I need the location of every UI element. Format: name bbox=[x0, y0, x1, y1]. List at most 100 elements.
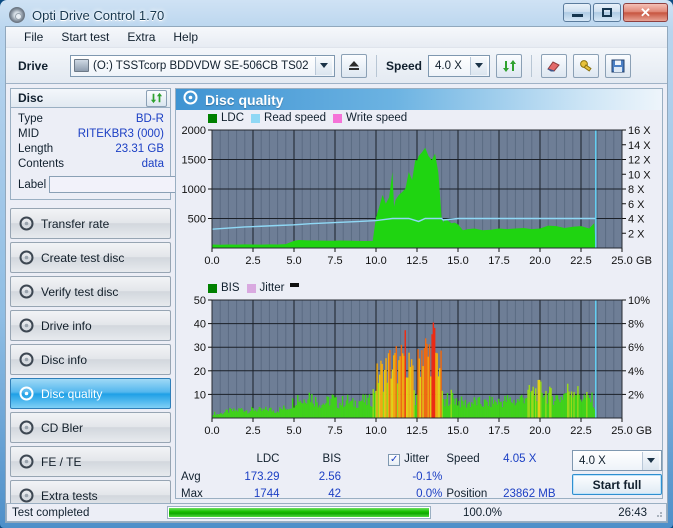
eraser-icon bbox=[546, 59, 562, 73]
svg-text:10%: 10% bbox=[628, 295, 650, 307]
sidebar-item-verify-test-disc[interactable]: Verify test disc bbox=[10, 276, 171, 307]
toolbar-separator-2 bbox=[531, 55, 532, 77]
disc-row-contents: Contentsdata bbox=[18, 157, 164, 172]
menu-file[interactable]: File bbox=[15, 28, 52, 46]
svg-text:22.5: 22.5 bbox=[570, 425, 591, 437]
menu-start-test[interactable]: Start test bbox=[52, 28, 118, 46]
svg-text:10 X: 10 X bbox=[628, 169, 651, 181]
status-message: Test completed bbox=[7, 504, 167, 521]
svg-text:0.0: 0.0 bbox=[204, 425, 219, 437]
sidebar-item-label: Drive info bbox=[41, 319, 92, 333]
chevron-down-icon[interactable] bbox=[470, 57, 487, 75]
app-icon bbox=[9, 7, 25, 23]
svg-text:5.0: 5.0 bbox=[286, 255, 301, 267]
app-window: Opti Drive Control 1.70 ✕ File Start tes… bbox=[0, 0, 673, 528]
drive-select[interactable]: (O:) TSSTcorp BDDVDW SE-506CB TS02 bbox=[70, 55, 335, 77]
svg-text:8%: 8% bbox=[628, 319, 644, 331]
charts-area: LDC Read speed Write speed 2000150010005… bbox=[176, 110, 662, 498]
stats-max-ldc: 1744 bbox=[208, 486, 280, 499]
svg-text:14 X: 14 X bbox=[628, 140, 651, 152]
svg-text:20: 20 bbox=[194, 366, 206, 378]
disc-row-mid: MIDRITEKBR3 (000) bbox=[18, 127, 164, 142]
resize-grip[interactable] bbox=[652, 507, 664, 519]
sidebar-item-disc-quality[interactable]: Disc quality bbox=[10, 378, 171, 409]
eject-icon bbox=[347, 59, 361, 72]
menu-bar: File Start test Extra Help bbox=[6, 27, 667, 48]
sidebar-item-label: Extra tests bbox=[41, 489, 98, 503]
svg-text:17.5: 17.5 bbox=[488, 425, 509, 437]
sidebar-item-transfer-rate[interactable]: Transfer rate bbox=[10, 208, 171, 239]
disc-row-type: TypeBD-R bbox=[18, 112, 164, 127]
svg-text:25.0: 25.0 bbox=[611, 425, 632, 437]
start-full-button[interactable]: Start full bbox=[572, 474, 662, 495]
stats-value-position: 23862 MB bbox=[503, 486, 572, 499]
drive-icon bbox=[74, 59, 89, 72]
svg-text:25.0: 25.0 bbox=[611, 255, 632, 267]
sidebar-item-drive-info[interactable]: Drive info bbox=[10, 310, 171, 341]
disc-icon bbox=[19, 216, 34, 231]
stats-speed-value: 4.0 X bbox=[576, 455, 606, 467]
svg-text:10.0: 10.0 bbox=[365, 255, 386, 267]
stats-row-label: Avg bbox=[176, 469, 208, 486]
jitter-checkbox[interactable]: ✓ bbox=[388, 454, 400, 466]
disc-key: Type bbox=[18, 112, 43, 127]
sidebar-item-disc-info[interactable]: Disc info bbox=[10, 344, 171, 375]
svg-text:500: 500 bbox=[188, 214, 206, 226]
svg-text:0.0: 0.0 bbox=[204, 255, 219, 267]
disc-refresh-button[interactable] bbox=[146, 90, 167, 107]
disc-key: Length bbox=[18, 142, 53, 157]
sidebar-item-label: Transfer rate bbox=[41, 217, 109, 231]
erase-button[interactable] bbox=[541, 54, 567, 78]
save-button[interactable] bbox=[605, 54, 631, 78]
main-split: Disc TypeBD-R MIDRITEKBR3 (000) Length23… bbox=[6, 84, 667, 503]
sidebar-item-cd-bler[interactable]: CD Bler bbox=[10, 412, 171, 443]
svg-text:30: 30 bbox=[194, 342, 206, 354]
svg-text:5.0: 5.0 bbox=[286, 425, 301, 437]
window-title: Opti Drive Control 1.70 bbox=[32, 8, 164, 23]
refresh-icon bbox=[502, 59, 517, 73]
sidebar-item-fe-te[interactable]: FE / TE bbox=[10, 446, 171, 477]
stats-header-jitter: Jitter bbox=[404, 450, 446, 469]
refresh-icon bbox=[150, 92, 163, 104]
title-bar: Opti Drive Control 1.70 ✕ bbox=[5, 4, 668, 26]
eject-button[interactable] bbox=[341, 54, 367, 78]
speed-select[interactable]: 4.0 X bbox=[428, 55, 490, 77]
stats-value-speed: 4.05 X bbox=[503, 450, 572, 469]
menu-extra[interactable]: Extra bbox=[118, 28, 164, 46]
stats-row-label: Max bbox=[176, 486, 208, 499]
svg-text:40: 40 bbox=[194, 319, 206, 331]
maximize-button[interactable] bbox=[593, 3, 621, 22]
minimize-button[interactable] bbox=[563, 3, 591, 22]
chevron-down-icon[interactable] bbox=[315, 57, 332, 75]
svg-text:15.0: 15.0 bbox=[447, 425, 468, 437]
legend-swatch-jitter bbox=[247, 284, 256, 293]
window-controls: ✕ bbox=[563, 3, 668, 22]
settings-button[interactable] bbox=[573, 54, 599, 78]
legend-swatch-read-speed bbox=[251, 114, 260, 123]
svg-text:16 X: 16 X bbox=[628, 125, 651, 137]
chevron-down-icon[interactable] bbox=[642, 452, 659, 470]
stats-header-bis: BIS bbox=[280, 450, 342, 469]
disc-value: RITEKBR3 (000) bbox=[78, 127, 164, 142]
sidebar-item-extra-tests[interactable]: Extra tests bbox=[10, 480, 171, 503]
disc-panel-title: Disc bbox=[18, 91, 43, 105]
close-button[interactable]: ✕ bbox=[623, 3, 668, 22]
svg-text:GB: GB bbox=[636, 425, 652, 437]
refresh-button[interactable] bbox=[496, 54, 522, 78]
svg-text:20.0: 20.0 bbox=[529, 255, 550, 267]
speed-select-value: 4.0 X bbox=[432, 60, 462, 72]
svg-text:4 X: 4 X bbox=[628, 214, 645, 226]
menu-help[interactable]: Help bbox=[164, 28, 207, 46]
legend-swatch-write-speed bbox=[333, 114, 342, 123]
disc-quality-icon bbox=[183, 90, 198, 110]
stats-speed-select[interactable]: 4.0 X bbox=[572, 450, 662, 471]
stats-avg-jitter: -0.1% bbox=[341, 469, 446, 486]
disc-label-row: Label bbox=[18, 175, 164, 194]
disc-info: TypeBD-R MIDRITEKBR3 (000) Length23.31 G… bbox=[10, 108, 171, 200]
legend-label-ldc: LDC bbox=[221, 112, 244, 124]
sidebar-item-label: CD Bler bbox=[41, 421, 83, 435]
content-panel: Disc quality LDC Read speed Write speed … bbox=[175, 88, 663, 499]
sidebar-item-create-test-disc[interactable]: Create test disc bbox=[10, 242, 171, 273]
content-header: Disc quality bbox=[176, 89, 662, 110]
svg-text:2 X: 2 X bbox=[628, 228, 645, 240]
